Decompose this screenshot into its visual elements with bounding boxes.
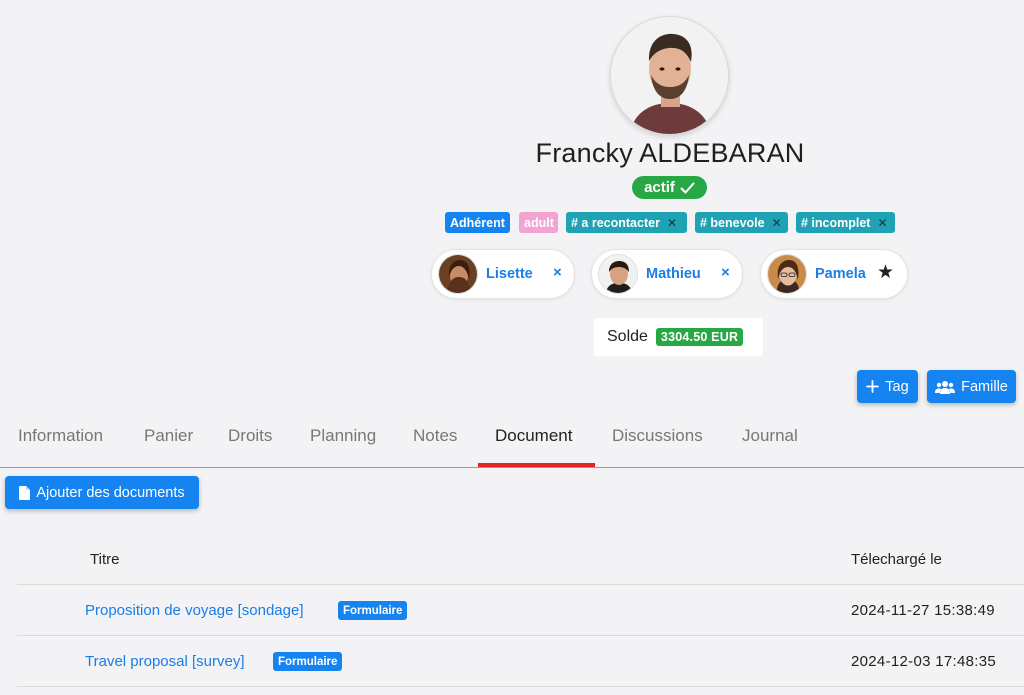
family-member-pamela[interactable]: Pamela ★: [760, 249, 908, 299]
tag-label: # benevole: [700, 215, 765, 230]
check-icon: [680, 182, 695, 193]
tab-information[interactable]: Information: [18, 426, 103, 446]
tag-benevole[interactable]: # benevole ✕: [695, 212, 788, 233]
family-member-name: Mathieu: [646, 266, 701, 282]
tag-list: Adhérent adult # a recontacter ✕ # benev…: [0, 212, 1024, 233]
remove-member-icon[interactable]: ×: [553, 264, 562, 281]
tag-incomplet[interactable]: # incomplet ✕: [796, 212, 895, 233]
remove-tag-icon[interactable]: ✕: [667, 216, 677, 230]
family-member-mathieu[interactable]: Mathieu ×: [591, 249, 743, 299]
tag-adult[interactable]: adult: [519, 212, 558, 233]
balance-box: Solde 3304.50 EUR: [594, 318, 763, 356]
tag-label: # incomplet: [801, 215, 871, 230]
form-badge: Formulaire: [338, 601, 408, 620]
tag-label: adult: [524, 215, 554, 230]
family-button-label: Famille: [961, 378, 1008, 395]
column-uploaded-date: Télechargé le: [851, 551, 942, 568]
add-tag-button[interactable]: Tag: [857, 370, 918, 403]
active-tab-indicator: [478, 463, 595, 467]
tab-droits[interactable]: Droits: [228, 426, 272, 446]
tab-panier[interactable]: Panier: [144, 426, 193, 446]
avatar: [767, 254, 807, 294]
profile-avatar: [610, 16, 729, 135]
remove-member-icon[interactable]: ×: [721, 264, 730, 281]
tab-journal[interactable]: Journal: [742, 426, 798, 446]
family-members: Lisette × Mathieu × Pamela ★: [0, 249, 1024, 299]
remove-tag-icon[interactable]: ✕: [772, 216, 782, 230]
status-label: actif: [644, 179, 675, 196]
tag-label: # a recontacter: [571, 215, 660, 230]
tag-adherent[interactable]: Adhérent: [445, 212, 510, 233]
tag-label: Adhérent: [450, 215, 505, 230]
users-icon: [935, 380, 956, 394]
family-button[interactable]: Famille: [927, 370, 1016, 403]
tag-a-recontacter[interactable]: # a recontacter ✕: [566, 212, 687, 233]
document-date: 2024-12-03 17:48:35: [851, 653, 996, 670]
profile-name: Francky ALDEBARAN: [535, 138, 805, 168]
table-row: Travel proposal [survey] Formulaire 2024…: [17, 636, 1024, 687]
balance-value: 3304.50 EUR: [655, 328, 744, 346]
star-icon[interactable]: ★: [877, 261, 894, 284]
balance-label: Solde: [607, 328, 648, 345]
tab-planning[interactable]: Planning: [310, 426, 376, 446]
table-row: Proposition de voyage [sondage] Formulai…: [17, 585, 1024, 636]
file-icon: [19, 485, 31, 500]
add-tag-label: Tag: [885, 378, 909, 395]
add-documents-label: Ajouter des documents: [36, 484, 185, 501]
tab-bar: Information Panier Droits Planning Notes…: [0, 410, 1024, 468]
plus-icon: [866, 380, 880, 393]
column-title: Titre: [90, 551, 120, 568]
documents-table-header: Titre Télechargé le: [17, 548, 1024, 585]
tab-notes[interactable]: Notes: [413, 426, 457, 446]
document-date: 2024-11-27 15:38:49: [851, 602, 995, 619]
avatar: [598, 254, 638, 294]
status-badge: actif: [632, 176, 707, 199]
document-link[interactable]: Proposition de voyage [sondage]: [85, 602, 304, 619]
family-member-name: Pamela: [815, 266, 866, 282]
tab-document[interactable]: Document: [495, 426, 572, 446]
document-link[interactable]: Travel proposal [survey]: [85, 653, 245, 670]
add-documents-button[interactable]: Ajouter des documents: [5, 476, 199, 509]
avatar: [438, 254, 478, 294]
family-member-lisette[interactable]: Lisette ×: [431, 249, 575, 299]
family-member-name: Lisette: [486, 266, 533, 282]
form-badge: Formulaire: [273, 652, 343, 671]
remove-tag-icon[interactable]: ✕: [877, 216, 887, 230]
tab-discussions[interactable]: Discussions: [612, 426, 703, 446]
